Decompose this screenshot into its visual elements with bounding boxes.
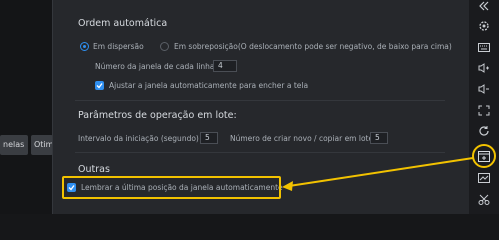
radio-dispersao[interactable] [80,42,89,51]
divider [75,152,445,153]
volume-down-icon[interactable] [478,83,490,95]
num-janela-label: Número da janela de cada linha [95,62,215,71]
screenshot-icon[interactable] [478,172,490,184]
criar-label: Número de criar novo / copiar em lote [230,134,374,143]
settings-icon[interactable] [478,20,490,32]
outras-section-title: Outras [78,164,110,175]
cut-icon[interactable] [478,193,490,205]
intervalo-label: Intervalo da iniciação (segundo) [78,134,199,143]
num-janela-input[interactable]: 4 [213,60,237,72]
radio-sobreposicao-label[interactable]: Em sobreposição(O deslocamento pode ser … [174,42,452,51]
fullscreen-icon[interactable] [478,104,490,116]
criar-input[interactable]: 5 [370,132,388,144]
ajustar-label[interactable]: Ajustar a janela automaticamente para en… [109,81,308,90]
highlight-ring [472,144,496,168]
side-toolbar [469,0,499,214]
parametros-section-title: Parâmetros de operação em lote: [78,110,237,121]
highlight-box [62,176,281,199]
collapse-icon[interactable] [478,0,490,12]
background-window [0,0,52,214]
divider [75,100,445,101]
radio-dispersao-label[interactable]: Em dispersão [93,42,144,51]
ajustar-checkbox[interactable] [95,81,104,90]
rotate-icon[interactable] [478,125,490,137]
volume-up-icon[interactable] [478,62,490,74]
radio-sobreposicao[interactable] [160,42,169,51]
janelas-button[interactable]: nelas [0,135,28,155]
intervalo-input[interactable]: 5 [200,132,218,144]
keyboard-icon[interactable] [478,41,490,53]
otimizar-button[interactable]: Otim [31,135,53,155]
check-icon [96,83,103,89]
ordem-section-title: Ordem automática [78,18,168,29]
